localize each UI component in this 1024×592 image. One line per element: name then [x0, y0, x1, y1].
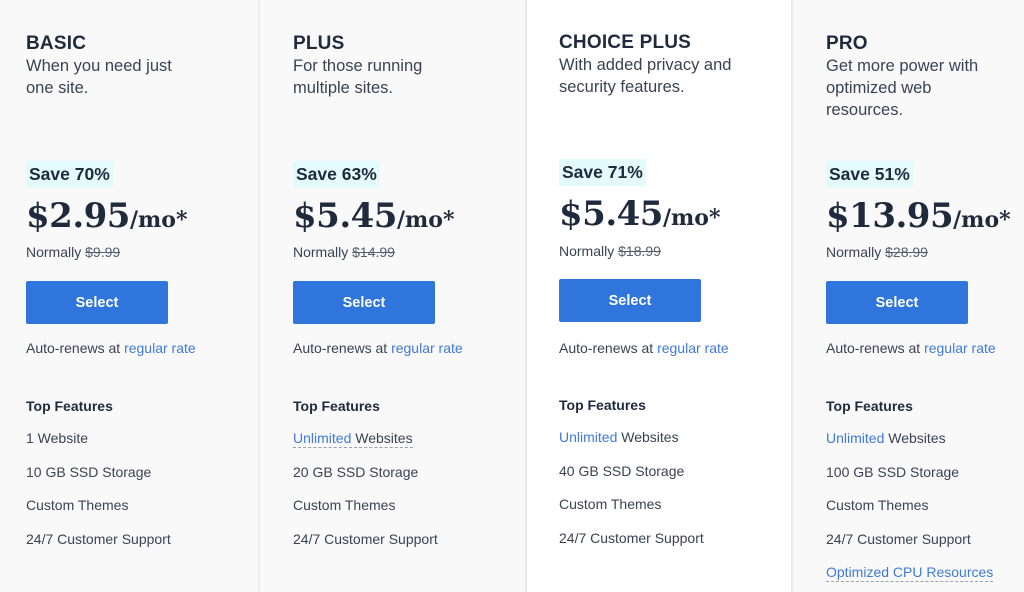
feature-item: 24/7 Customer Support: [26, 530, 171, 547]
price-amount: $5.45: [559, 194, 663, 234]
regular-rate-link[interactable]: regular rate: [657, 340, 729, 356]
autorenew-note: Auto-renews at regular rate: [293, 340, 463, 356]
autorenew-note: Auto-renews at regular rate: [559, 340, 729, 356]
feature-item: 1 Website: [26, 430, 88, 446]
feature-item: Custom Themes: [293, 497, 396, 513]
select-choice-plus-button[interactable]: Select: [559, 279, 701, 322]
feature-item: 10 GB SSD Storage: [26, 463, 152, 480]
regular-rate-link[interactable]: regular rate: [391, 340, 463, 356]
normally-label: Normally: [826, 244, 882, 260]
regular-rate-link[interactable]: regular rate: [124, 340, 196, 356]
normal-price: Normally $18.99: [559, 243, 661, 259]
original-price: $14.99: [352, 244, 395, 260]
features-title: Top Features: [559, 397, 646, 413]
plan-price: $2.95/mo*: [26, 196, 187, 236]
plan-description: With added privacy and security features…: [559, 56, 732, 96]
feature-item: 24/7 Customer Support: [826, 530, 971, 547]
feature-item: 40 GB SSD Storage: [559, 462, 685, 479]
normally-label: Normally: [26, 244, 82, 260]
select-pro-button[interactable]: Select: [826, 281, 968, 324]
features-list: Top Features Unlimited Websites 100 GB S…: [826, 398, 994, 592]
original-price: $28.99: [885, 244, 928, 260]
save-badge: Save 63%: [293, 161, 380, 188]
normal-price: Normally $14.99: [293, 244, 395, 260]
autorenew-note: Auto-renews at regular rate: [26, 340, 196, 356]
plan-card-plus: PLUS For those running multiple sites. S…: [259, 0, 526, 592]
plan-name: PRO: [826, 33, 868, 54]
original-price: $18.99: [618, 243, 661, 259]
plan-price: $5.45/mo*: [559, 194, 720, 234]
normally-label: Normally: [559, 243, 615, 259]
plan-name: CHOICE PLUS: [559, 32, 692, 53]
price-amount: $13.95: [826, 196, 954, 236]
features-list: Top Features 1 Website 10 GB SSD Storage…: [26, 398, 171, 563]
features-title: Top Features: [26, 398, 113, 414]
features-list: Top Features Unlimited Websites 20 GB SS…: [293, 398, 438, 563]
select-basic-button[interactable]: Select: [26, 281, 168, 324]
price-period: /mo*: [129, 207, 188, 233]
price-period: /mo*: [953, 207, 1011, 233]
feature-item: 20 GB SSD Storage: [293, 463, 419, 480]
plan-name: BASIC: [26, 33, 87, 54]
price-period: /mo*: [396, 207, 455, 233]
feature-item: Unlimited Websites: [559, 429, 679, 445]
normal-price: Normally $9.99: [26, 244, 120, 260]
plan-card-basic: BASIC When you need just one site. Save …: [0, 0, 259, 592]
feature-item: Custom Themes: [26, 497, 129, 513]
autorenew-note: Auto-renews at regular rate: [826, 340, 996, 356]
feature-item: Custom Themes: [826, 497, 929, 513]
plan-name: PLUS: [293, 33, 345, 54]
feature-item: 24/7 Customer Support: [559, 529, 704, 546]
normal-price: Normally $28.99: [826, 244, 928, 260]
feature-item: 100 GB SSD Storage: [826, 463, 960, 480]
regular-rate-link[interactable]: regular rate: [924, 340, 996, 356]
plan-description: When you need just one site.: [26, 57, 172, 97]
save-badge: Save 70%: [26, 161, 113, 188]
autorenew-text: Auto-renews at: [826, 340, 921, 356]
price-amount: $2.95: [26, 196, 130, 236]
save-badge: Save 71%: [559, 159, 646, 186]
autorenew-text: Auto-renews at: [26, 340, 121, 356]
feature-item-tooltip[interactable]: Optimized CPU Resources: [826, 563, 994, 592]
original-price: $9.99: [85, 244, 121, 260]
autorenew-text: Auto-renews at: [559, 340, 654, 356]
feature-item-tooltip[interactable]: Unlimited Websites: [293, 429, 438, 463]
price-period: /mo*: [662, 205, 721, 231]
select-plus-button[interactable]: Select: [293, 281, 435, 324]
plan-description: For those running multiple sites.: [293, 57, 423, 97]
features-title: Top Features: [826, 398, 913, 414]
pricing-plans: BASIC When you need just one site. Save …: [0, 0, 1024, 592]
plan-card-choice-plus: CHOICE PLUS With added privacy and secur…: [526, 0, 792, 592]
features-list: Top Features Unlimited Websites 40 GB SS…: [559, 397, 704, 562]
feature-item: Unlimited Websites: [826, 430, 946, 446]
features-title: Top Features: [293, 398, 380, 414]
feature-item: 24/7 Customer Support: [293, 530, 438, 547]
feature-item: Custom Themes: [559, 496, 662, 512]
save-badge: Save 51%: [826, 161, 913, 188]
plan-description: Get more power with optimized web resour…: [826, 57, 979, 119]
plan-card-pro: PRO Get more power with optimized web re…: [792, 0, 1024, 592]
price-amount: $5.45: [293, 196, 397, 236]
plan-price: $13.95/mo*: [826, 196, 1011, 236]
plan-price: $5.45/mo*: [293, 196, 454, 236]
normally-label: Normally: [293, 244, 349, 260]
autorenew-text: Auto-renews at: [293, 340, 388, 356]
